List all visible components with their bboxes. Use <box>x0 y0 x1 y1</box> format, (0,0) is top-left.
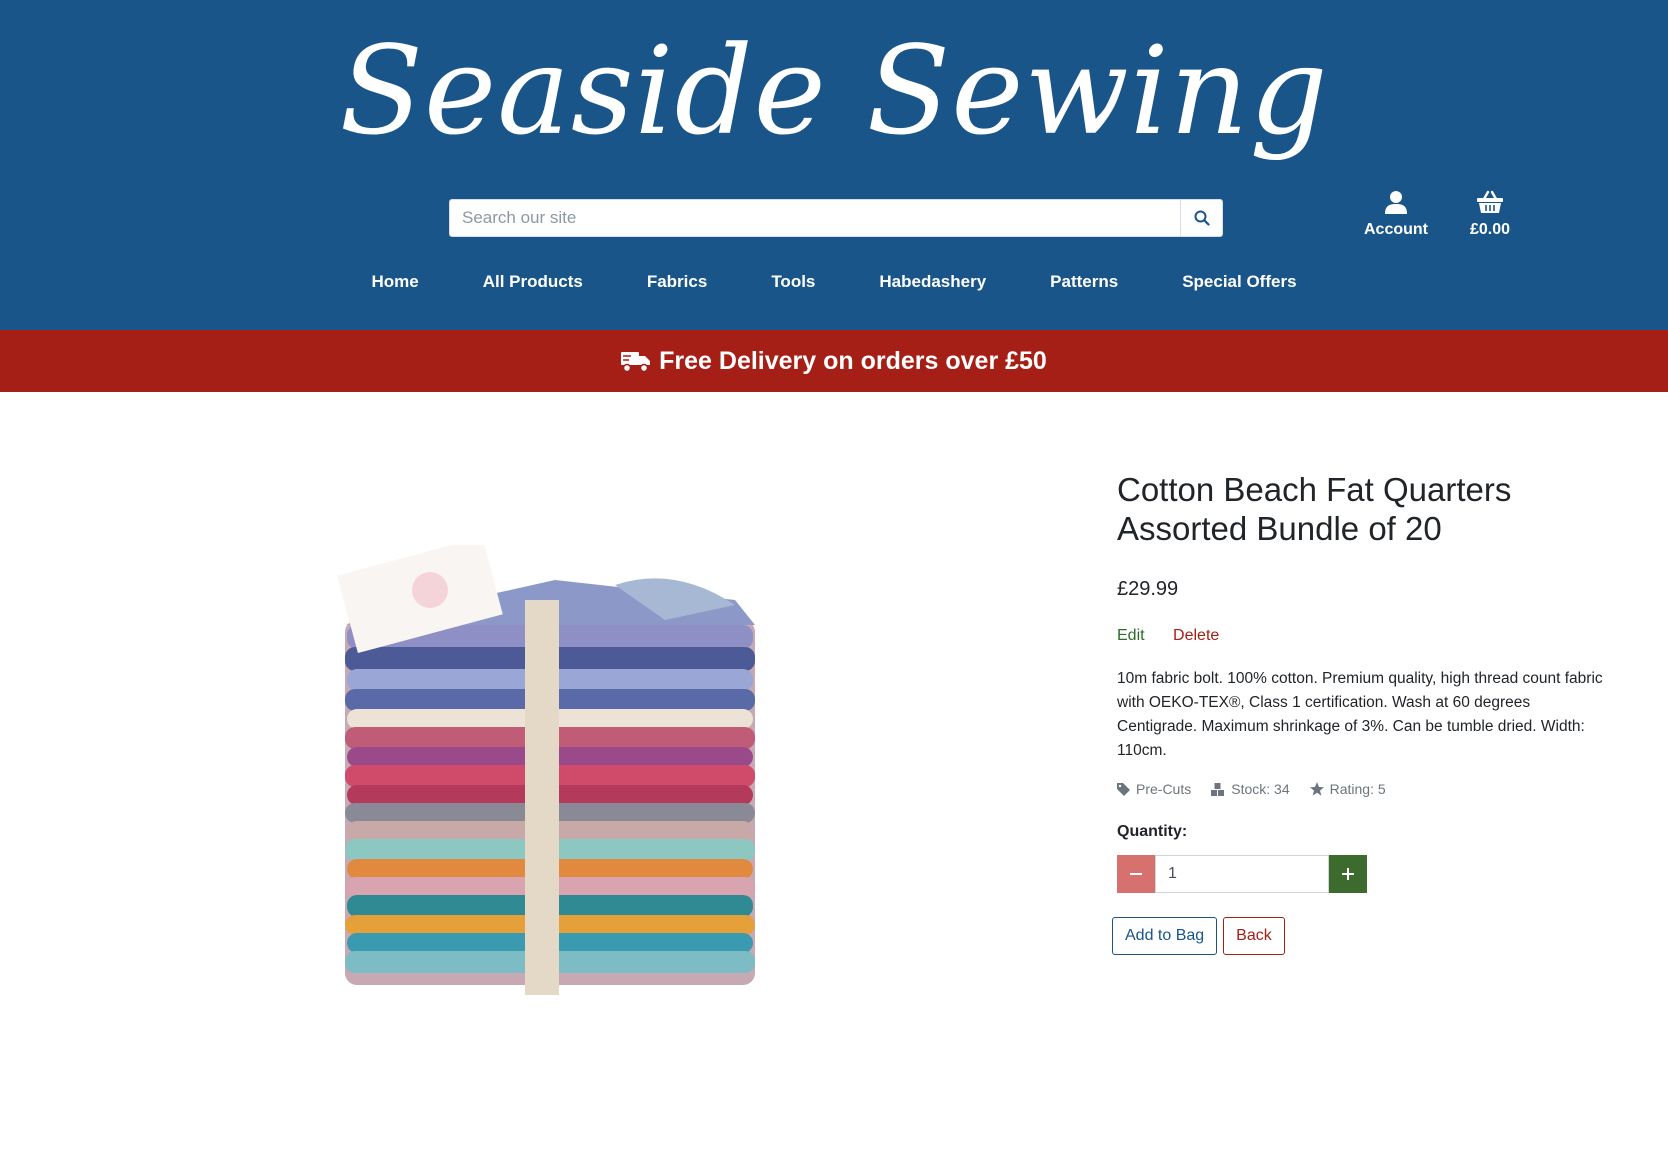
nav-patterns[interactable]: Patterns <box>1050 272 1118 292</box>
star-icon <box>1309 782 1324 796</box>
product-actions: Add to Bag Back <box>1112 917 1607 955</box>
search-icon <box>1194 210 1210 226</box>
nav-home[interactable]: Home <box>371 272 418 292</box>
truck-icon <box>621 352 651 373</box>
nav-tools[interactable]: Tools <box>771 272 815 292</box>
boxes-icon <box>1211 782 1225 796</box>
main-nav: Home All Products Fabrics Tools Habedash… <box>0 272 1668 292</box>
stock-label: Stock: 34 <box>1231 781 1290 797</box>
search-input[interactable] <box>450 200 1180 236</box>
nav-fabrics[interactable]: Fabrics <box>647 272 707 292</box>
admin-links: Edit Delete <box>1117 627 1607 645</box>
fabric-ribbon <box>525 600 559 995</box>
quantity-input[interactable] <box>1155 855 1329 893</box>
product-price: £29.99 <box>1117 578 1179 600</box>
product-image <box>335 536 795 1000</box>
delete-link[interactable]: Delete <box>1173 627 1219 644</box>
stock-info: Stock: 34 <box>1211 781 1290 797</box>
site-logo[interactable]: Seaside Sewing <box>0 6 1668 176</box>
search-bar <box>449 199 1223 237</box>
decrement-button[interactable] <box>1117 855 1155 893</box>
basket-icon <box>1477 190 1503 213</box>
user-icon <box>1385 191 1407 214</box>
rating-info: Rating: 5 <box>1309 781 1386 797</box>
increment-button[interactable] <box>1329 855 1367 893</box>
product-title: Cotton Beach Fat Quarters Assorted Bundl… <box>1117 471 1512 547</box>
category-link[interactable]: Pre-Cuts <box>1117 781 1191 797</box>
search-button[interactable] <box>1180 200 1222 236</box>
banner-text: Free Delivery on orders over £50 <box>659 346 1047 375</box>
rating-label: Rating: 5 <box>1329 781 1386 797</box>
product-description: 10m fabric bolt. 100% cotton. Premium qu… <box>1117 670 1603 759</box>
plus-icon <box>1342 868 1354 880</box>
account-label: Account <box>1364 221 1428 238</box>
minus-icon <box>1130 873 1142 875</box>
product-details: Cotton Beach Fat Quarters Assorted Bundl… <box>1112 470 1607 955</box>
category-label: Pre-Cuts <box>1136 781 1192 797</box>
delivery-banner: Free Delivery on orders over £50 <box>0 330 1668 392</box>
shopping-bag-link[interactable]: £0.00 <box>1455 190 1525 239</box>
nav-habedashery[interactable]: Habedashery <box>879 272 986 292</box>
nav-special-offers[interactable]: Special Offers <box>1182 272 1296 292</box>
account-link[interactable]: Account <box>1356 190 1436 239</box>
tag-icon <box>1117 782 1130 796</box>
add-to-bag-button[interactable]: Add to Bag <box>1112 917 1218 955</box>
quantity-stepper <box>1117 855 1607 893</box>
nav-all-products[interactable]: All Products <box>483 272 583 292</box>
edit-link[interactable]: Edit <box>1117 627 1145 644</box>
back-button[interactable]: Back <box>1223 917 1285 955</box>
bag-total: £0.00 <box>1469 221 1511 238</box>
product-meta: Pre-Cuts Stock: 34 Rating: 5 <box>1117 781 1607 797</box>
quantity-label: Quantity: <box>1117 823 1188 840</box>
site-header: Seaside Sewing Account £0.00 Home Al <box>0 0 1668 330</box>
